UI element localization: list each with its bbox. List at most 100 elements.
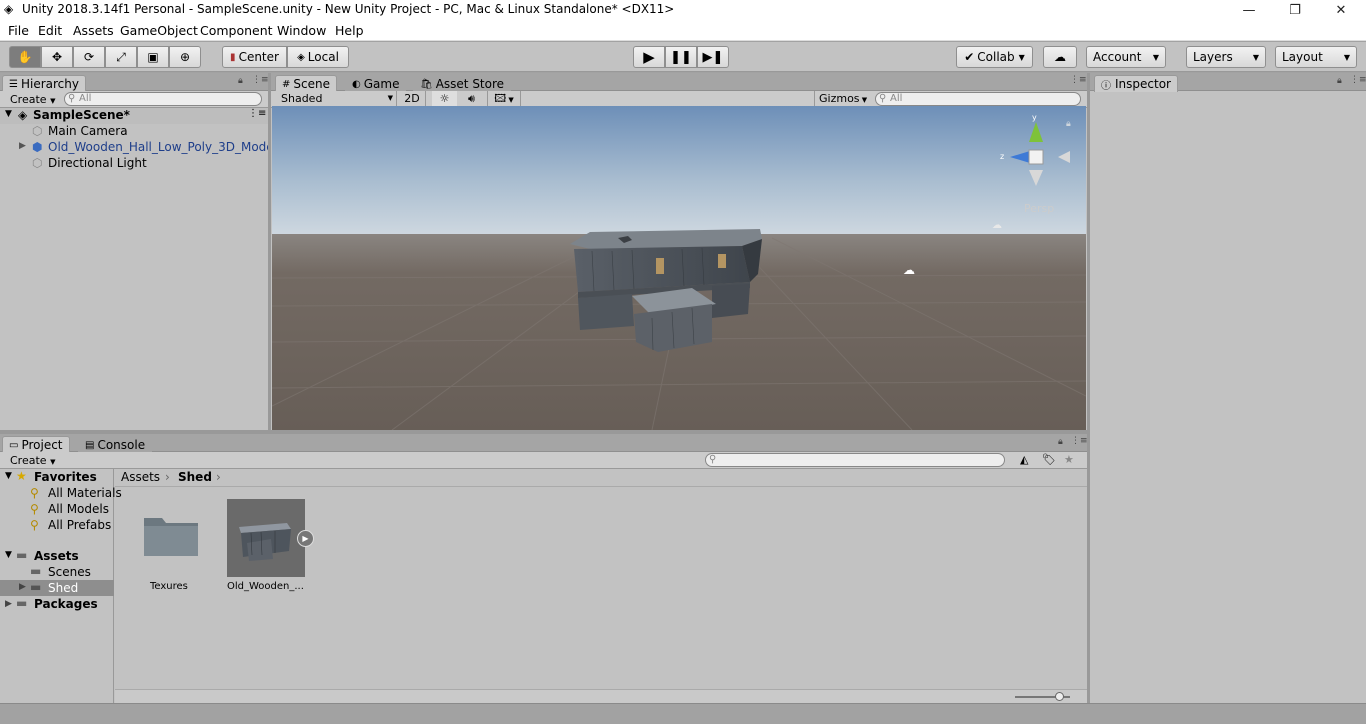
dropdown-arrow-icon: ▼ xyxy=(1018,52,1025,62)
layout-dropdown[interactable]: Layout ▼ xyxy=(1275,46,1357,68)
expand-arrow-icon[interactable]: ▼ xyxy=(5,471,12,481)
filter-type-icon[interactable]: ◭ xyxy=(1020,453,1028,466)
dropdown-arrow-icon: ▼ xyxy=(50,458,56,466)
gizmo-lock-icon[interactable]: 🔒︎ xyxy=(1066,119,1071,129)
lock-icon[interactable]: 🔒︎ xyxy=(238,76,243,86)
hierarchy-create-button[interactable]: Create ▼ xyxy=(10,93,55,106)
menu-component[interactable]: Component xyxy=(200,23,273,38)
move-tool-button[interactable]: ✥ xyxy=(41,46,73,68)
minimize-button[interactable]: — xyxy=(1226,0,1272,20)
menu-assets[interactable]: Assets xyxy=(73,23,114,38)
scene-viewport[interactable]: ☁ ☁ y z Persp 🔒︎ xyxy=(272,106,1086,430)
window-title: Unity 2018.3.14f1 Personal - SampleScene… xyxy=(22,2,675,16)
filter-label-icon[interactable]: 🏷︎ xyxy=(1042,453,1056,466)
collab-dropdown[interactable]: ✔ Collab ▼ xyxy=(956,46,1033,68)
scale-tool-button[interactable]: ⤢ xyxy=(105,46,137,68)
list-item[interactable]: ▶ ⬢ Old_Wooden_Hall_Low_Poly_3D_Mode xyxy=(0,140,274,156)
pivot-local-button[interactable]: ◈ Local xyxy=(287,46,349,68)
menu-file[interactable]: File xyxy=(8,23,29,38)
step-button[interactable]: ▶❚ xyxy=(697,46,729,68)
tab-hierarchy[interactable]: ☰ Hierarchy xyxy=(2,75,86,92)
account-dropdown[interactable]: Account ▼ xyxy=(1086,46,1166,68)
dropdown-arrow-icon: ▼ xyxy=(506,96,514,104)
expand-arrow-icon[interactable]: ▶ xyxy=(19,582,26,592)
panel-menu-icon[interactable]: ⋮≡ xyxy=(1070,75,1087,85)
panel-menu-icon[interactable]: ⋮≡ xyxy=(1350,75,1366,85)
hierarchy-search-input[interactable]: ⚲ All xyxy=(64,92,262,106)
hand-tool-button[interactable]: ✋ xyxy=(9,46,41,68)
asset-store-tab-label: Asset Store xyxy=(435,77,505,91)
expand-asset-button[interactable]: ▶ xyxy=(297,530,314,547)
menu-help[interactable]: Help xyxy=(335,23,364,38)
list-item[interactable]: ⬡ Directional Light xyxy=(0,156,268,172)
project-search-input[interactable]: ⚲ xyxy=(705,453,1005,467)
folder-scenes[interactable]: Scenes xyxy=(48,565,91,579)
menu-gameobject[interactable]: GameObject xyxy=(120,23,198,38)
tab-game[interactable]: ◐ Game xyxy=(345,75,407,92)
audio-toggle[interactable]: 🔊︎ xyxy=(459,91,484,107)
tab-project[interactable]: ▭ Project xyxy=(2,436,70,453)
tab-scene[interactable]: # Scene xyxy=(275,75,337,92)
breadcrumb-assets[interactable]: Assets xyxy=(121,470,160,484)
dropdown-arrow-icon: ▼ xyxy=(1343,52,1350,62)
expand-arrow-icon[interactable]: ▼ xyxy=(5,109,12,119)
folder-icon: ▬ xyxy=(16,596,28,610)
favorite-star-icon[interactable]: ★ xyxy=(1064,453,1074,466)
inspector-panel: ⓘ Inspector 🔒︎ ⋮≡ xyxy=(1090,73,1366,703)
persp-label: Persp xyxy=(1024,202,1054,215)
close-button[interactable]: ✕ xyxy=(1318,0,1364,20)
gizmos-dropdown[interactable]: Gizmos ▼ xyxy=(814,91,869,107)
asset-folder-texures[interactable]: Texures xyxy=(140,510,204,592)
2d-toggle-button[interactable]: 2D xyxy=(399,91,426,107)
folder-shed[interactable]: Shed xyxy=(48,581,78,595)
camera-gizmo-icon: ☁ xyxy=(992,220,1002,231)
expand-arrow-icon[interactable]: ▶ xyxy=(5,599,12,609)
folder-icon xyxy=(144,518,198,556)
expand-arrow-icon[interactable]: ▶ xyxy=(19,141,26,151)
local-label: Local xyxy=(307,50,339,64)
favorite-item[interactable]: All Materials xyxy=(48,486,122,500)
packages-label[interactable]: Packages xyxy=(34,597,98,611)
layers-dropdown[interactable]: Layers ▼ xyxy=(1186,46,1266,68)
panel-menu-icon[interactable]: ⋮≡ xyxy=(252,75,269,85)
asset-model-old-wooden[interactable]: ▶ Old_Wooden_... xyxy=(226,498,318,594)
pivot-center-button[interactable]: ▮ Center xyxy=(222,46,287,68)
tab-console[interactable]: ▤ Console xyxy=(78,436,153,453)
lock-icon[interactable]: 🔒︎ xyxy=(1337,76,1342,86)
pause-button[interactable]: ❚❚ xyxy=(665,46,697,68)
favorite-item[interactable]: All Models xyxy=(48,502,109,516)
menu-window[interactable]: Window xyxy=(277,23,326,38)
project-toolbar: Create ▼ ⚲ ◭ 🏷︎ ★ xyxy=(0,452,1087,469)
favorite-item[interactable]: All Prefabs xyxy=(48,518,111,532)
scene-search-input[interactable]: ⚲ All xyxy=(875,92,1081,106)
shading-mode-dropdown[interactable]: Shaded ▼ xyxy=(273,91,397,107)
breadcrumb-shed[interactable]: Shed xyxy=(178,470,212,484)
menu-edit[interactable]: Edit xyxy=(38,23,62,38)
zoom-slider-handle[interactable] xyxy=(1055,692,1064,701)
expand-arrow-icon[interactable]: ▼ xyxy=(5,550,12,560)
transform-tool-button[interactable]: ⊕ xyxy=(169,46,201,68)
scene-menu-icon[interactable]: ⋮≡ xyxy=(248,108,266,119)
panel-menu-icon[interactable]: ⋮≡ xyxy=(1071,436,1088,446)
assets-label[interactable]: Assets xyxy=(34,549,79,563)
item-label: Directional Light xyxy=(48,156,147,170)
dropdown-arrow-icon: ▼ xyxy=(1252,52,1259,62)
project-tab-label: Project xyxy=(21,438,63,452)
scene-row[interactable]: ▼ ◈ SampleScene* ⋮≡ xyxy=(0,108,268,124)
favorites-label[interactable]: Favorites xyxy=(34,470,97,484)
search-placeholder: All xyxy=(79,93,92,104)
lighting-toggle[interactable]: ☼ xyxy=(432,91,457,107)
effects-dropdown[interactable]: 🖾 ▼ xyxy=(487,91,521,107)
speaker-icon: 🔊︎ xyxy=(468,92,475,105)
lock-icon[interactable]: 🔒︎ xyxy=(1058,437,1063,447)
project-panel: ▭ Project ▤ Console 🔒︎ ⋮≡ Create ▼ ⚲ ◭ 🏷︎ … xyxy=(0,434,1088,703)
list-item[interactable]: ⬡ Main Camera xyxy=(0,124,268,140)
project-create-button[interactable]: Create ▼ xyxy=(10,454,55,467)
tab-inspector[interactable]: ⓘ Inspector xyxy=(1094,75,1178,92)
rect-tool-button[interactable]: ▣ xyxy=(137,46,169,68)
cloud-button[interactable]: ☁ xyxy=(1043,46,1077,68)
tab-asset-store[interactable]: 🛍︎ Asset Store xyxy=(413,75,512,92)
maximize-button[interactable]: ❐ xyxy=(1272,0,1318,20)
play-button[interactable]: ▶ xyxy=(633,46,665,68)
rotate-tool-button[interactable]: ⟳ xyxy=(73,46,105,68)
